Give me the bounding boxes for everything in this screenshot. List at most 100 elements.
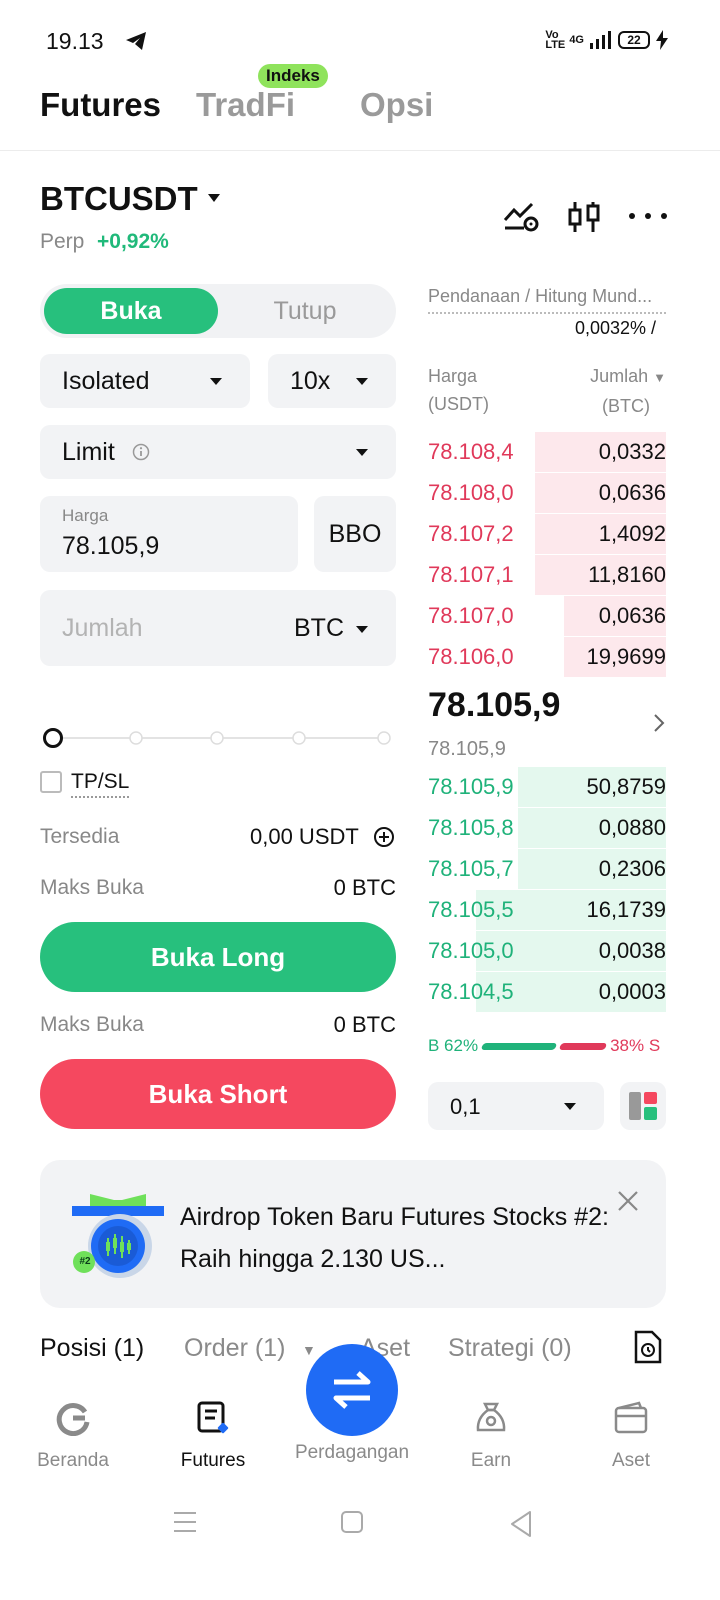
system-back-icon[interactable] <box>508 1510 534 1538</box>
ob-price-header: Harga (USDT) <box>428 362 489 418</box>
ask-row[interactable]: 78.106,0 19,9699 <box>428 637 666 677</box>
bid-row[interactable]: 78.105,8 0,0880 <box>428 808 666 848</box>
pair-type: Perp <box>40 230 85 253</box>
buy-ratio-label: B 62% <box>428 1036 479 1055</box>
price-input-label: Harga <box>62 506 109 525</box>
ask-row[interactable]: 78.108,4 0,0332 <box>428 432 666 472</box>
available-label: Tersedia <box>40 825 120 848</box>
leverage-select[interactable]: 10x <box>268 354 396 408</box>
chevron-down-icon <box>356 449 368 456</box>
precision-select[interactable]: 0,1 <box>428 1082 604 1130</box>
tab-buka[interactable]: Buka <box>44 288 218 334</box>
banner-text: Airdrop Token Baru Futures Stocks #2: Ra… <box>180 1203 609 1273</box>
tab-futures[interactable]: Futures <box>40 86 161 124</box>
price-input[interactable]: Harga 78.105,9 <box>40 496 298 572</box>
amount-unit[interactable]: BTC <box>294 614 344 643</box>
nav-beranda[interactable]: Beranda <box>18 1400 128 1472</box>
ask-row[interactable]: 78.107,0 0,0636 <box>428 596 666 636</box>
sell-ratio-label: 38% S <box>610 1036 661 1055</box>
amount-input[interactable]: Jumlah BTC <box>40 590 396 666</box>
network-label: 4G <box>569 34 584 46</box>
ask-row[interactable]: 78.107,2 1,4092 <box>428 514 666 554</box>
status-indicators: Vo LTE 4G 22 <box>545 29 668 51</box>
system-home-icon[interactable] <box>340 1510 364 1534</box>
nav-earn[interactable]: Earn <box>436 1400 546 1472</box>
tab-posisi[interactable]: Posisi (1) <box>40 1334 144 1363</box>
ask-qty: 1,4092 <box>598 521 666 546</box>
order-history-icon[interactable] <box>634 1330 662 1364</box>
ask-row[interactable]: 78.108,0 0,0636 <box>428 473 666 513</box>
bid-qty: 0,0880 <box>598 815 666 840</box>
wallet-icon <box>614 1401 648 1434</box>
tpsl-checkbox[interactable] <box>40 771 62 793</box>
pair-change: +0,92% <box>97 230 169 253</box>
bid-row[interactable]: 78.105,5 16,1739 <box>428 890 666 930</box>
tab-opsi[interactable]: Opsi <box>360 86 433 124</box>
tab-tutup[interactable]: Tutup <box>218 288 392 334</box>
funding-underline <box>428 312 666 314</box>
chevron-down-icon <box>356 626 368 633</box>
ask-qty: 0,0636 <box>598 480 666 505</box>
nav-aset-label: Aset <box>611 1450 651 1471</box>
trade-fab-button[interactable] <box>306 1344 398 1436</box>
tab-strategi[interactable]: Strategi (0) <box>448 1334 572 1363</box>
nav-futures-label: Futures <box>180 1450 246 1471</box>
bid-row[interactable]: 78.105,7 0,2306 <box>428 849 666 889</box>
nav-earn-label: Earn <box>470 1450 512 1471</box>
ask-price: 78.108,0 <box>428 480 514 505</box>
bid-qty: 0,0003 <box>598 979 666 1004</box>
telegram-icon <box>126 32 146 50</box>
amount-placeholder: Jumlah <box>62 614 143 642</box>
tab-order[interactable]: Order (1) <box>184 1334 285 1363</box>
bid-row[interactable]: 78.104,5 0,0003 <box>428 972 666 1012</box>
max-open-short-value: 0 BTC <box>333 1012 396 1037</box>
max-open-long-value: 0 BTC <box>333 875 396 900</box>
price-alert-icon[interactable] <box>502 200 540 232</box>
margin-mode-value: Isolated <box>62 367 150 395</box>
tradfi-badge: Indeks <box>258 64 328 88</box>
funding-label[interactable]: Pendanaan / Hitung Mund... <box>428 286 668 307</box>
bid-price: 78.104,5 <box>428 979 514 1004</box>
order-type-select[interactable]: Limit <box>40 425 396 479</box>
more-icon[interactable] <box>628 212 668 220</box>
bid-qty: 16,1739 <box>586 897 666 922</box>
bid-row[interactable]: 78.105,0 0,0038 <box>428 931 666 971</box>
bbo-button[interactable]: BBO <box>314 496 396 572</box>
buy-long-button[interactable]: Buka Long <box>40 922 396 992</box>
chevron-down-icon[interactable] <box>206 192 222 204</box>
chevron-right-icon[interactable] <box>652 712 666 734</box>
bid-price: 78.105,0 <box>428 938 514 963</box>
nav-aset[interactable]: Aset <box>576 1400 686 1472</box>
volte-label: Vo LTE <box>545 29 566 51</box>
close-icon[interactable] <box>616 1189 640 1213</box>
amount-slider[interactable] <box>40 726 396 750</box>
pair-symbol[interactable]: BTCUSDT <box>40 180 198 218</box>
battery-indicator: 22 <box>618 31 650 49</box>
nav-perdagangan[interactable]: Perdagangan <box>286 1442 418 1464</box>
max-open-long-label: Maks Buka <box>40 876 144 899</box>
system-menu-icon[interactable] <box>172 1510 198 1534</box>
ask-row[interactable]: 78.107,1 11,8160 <box>428 555 666 595</box>
orderbook-layout-button[interactable] <box>620 1082 666 1130</box>
banner-badge: #2 <box>79 1256 91 1267</box>
nav-perdagangan-label: Perdagangan <box>294 1442 410 1463</box>
info-icon[interactable] <box>132 443 150 461</box>
ask-price: 78.107,2 <box>428 521 514 546</box>
add-funds-icon[interactable] <box>373 826 395 848</box>
bid-row[interactable]: 78.105,9 50,8759 <box>428 767 666 807</box>
ask-price: 78.107,1 <box>428 562 514 587</box>
mark-price: 78.105,9 <box>428 738 506 760</box>
tab-tradfi[interactable]: TradFi <box>196 86 295 124</box>
nav-futures[interactable]: Futures <box>158 1400 268 1472</box>
margin-mode-select[interactable]: Isolated <box>40 354 250 408</box>
ask-price: 78.106,0 <box>428 644 514 669</box>
bid-price: 78.105,8 <box>428 815 514 840</box>
ask-qty: 0,0332 <box>598 439 666 464</box>
ob-qty-header[interactable]: Jumlah ▼ (BTC) <box>590 362 666 420</box>
sell-ratio-bar <box>558 1042 608 1050</box>
home-icon <box>56 1403 90 1437</box>
bid-qty: 0,0038 <box>598 938 666 963</box>
sell-short-button[interactable]: Buka Short <box>40 1059 396 1129</box>
candlestick-chart-icon[interactable] <box>566 200 602 234</box>
tpsl-label[interactable]: TP/SL <box>71 770 130 798</box>
